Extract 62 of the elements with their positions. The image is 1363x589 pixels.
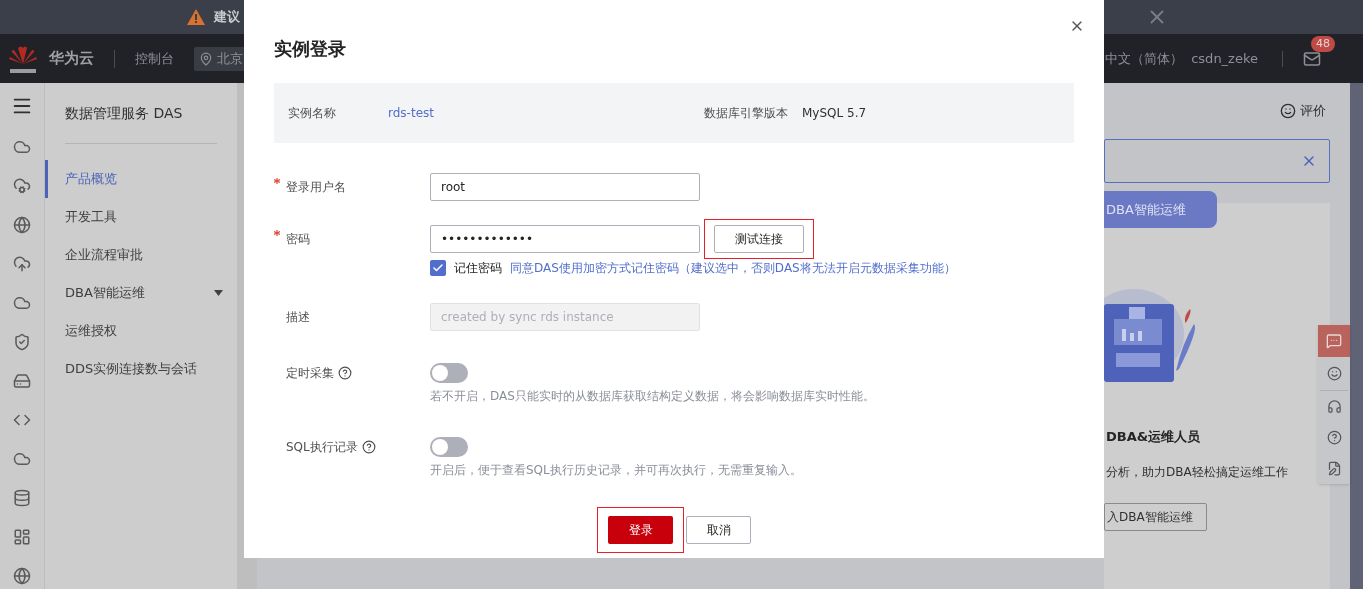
field-label: 密码 xyxy=(286,231,310,248)
warning-icon xyxy=(186,8,206,26)
cloud-upload-icon[interactable] xyxy=(13,255,31,273)
section-description: 分析，助力DBA轻松搞定运维工作 xyxy=(1105,463,1289,481)
login-button[interactable]: 登录 xyxy=(608,516,673,544)
sidebar-item[interactable]: 运维授权 xyxy=(45,312,237,350)
globe-icon[interactable] xyxy=(13,567,31,585)
sidebar-title: 数据管理服务 DAS xyxy=(65,104,184,123)
checkbox-label: 记住密码 xyxy=(454,260,502,277)
toggle-hint: 开启后，便于查看SQL执行历史记录，并可再次执行，无需重复输入。 xyxy=(430,462,802,479)
info-value[interactable]: rds-test xyxy=(388,104,434,122)
info-label: 实例名称 xyxy=(288,105,337,122)
toggle-hint: 若不开启，DAS只能实时的从数据库获取结构定义数据，将会影响数据库实时性能。 xyxy=(430,388,875,405)
info-label: 数据库引擎版本 xyxy=(703,105,788,122)
help-icon[interactable] xyxy=(361,440,376,454)
toggle-label: SQL执行记录 xyxy=(286,439,358,456)
smile-icon xyxy=(1280,103,1296,119)
help-icon[interactable] xyxy=(338,366,352,380)
layout-icon[interactable] xyxy=(13,528,31,546)
feedback-link[interactable]: 评价 xyxy=(1300,101,1326,121)
chat-button[interactable] xyxy=(1318,325,1350,357)
test-connection-button[interactable]: 测试连接 xyxy=(714,225,804,253)
cloud-icon[interactable] xyxy=(13,450,31,468)
field-label: 登录用户名 xyxy=(286,179,346,196)
database-icon[interactable] xyxy=(13,489,31,507)
toggle-label: 定时采集 xyxy=(286,365,334,382)
remember-note: 同意DAS使用加密方式记住密码（建议选中，否则DAS将无法开启元数据采集功能） xyxy=(510,260,956,277)
caret-icon xyxy=(214,290,223,296)
username-field[interactable]: root xyxy=(430,173,700,201)
notice-text: 建议 xyxy=(214,8,240,27)
sidebar-item[interactable]: DBA智能运维 xyxy=(45,274,237,312)
region-selector[interactable]: 北京 xyxy=(194,46,247,71)
smile-icon[interactable] xyxy=(1326,366,1342,381)
checkmark-icon xyxy=(432,262,444,274)
sidebar-item[interactable]: 开发工具 xyxy=(45,198,237,236)
checkbox[interactable] xyxy=(430,260,446,276)
enter-button[interactable]: 入DBA智能运维 xyxy=(1104,502,1207,531)
help-icon[interactable] xyxy=(1326,430,1342,445)
console-link[interactable]: 控制台 xyxy=(135,48,174,69)
cloud-icon[interactable] xyxy=(13,294,31,312)
notification-badge: 48 xyxy=(1311,35,1335,52)
password-field[interactable]: ••••••••••••• xyxy=(430,225,700,253)
headset-icon[interactable] xyxy=(1326,399,1342,414)
user-name[interactable]: csdn_zeke xyxy=(1191,48,1258,69)
cloud-gear-icon[interactable] xyxy=(13,177,31,195)
toggle-switch[interactable] xyxy=(430,363,468,383)
brand-name: 华为云 xyxy=(49,48,94,70)
drive-icon[interactable] xyxy=(13,372,31,390)
chat-icon xyxy=(1326,333,1342,349)
dialog-title: 实例登录 xyxy=(274,37,347,61)
info-value: MySQL 5.7 xyxy=(802,105,867,122)
toggle-switch[interactable] xyxy=(430,437,468,457)
sidebar-item[interactable]: 企业流程审批 xyxy=(45,236,237,274)
cloud-icon[interactable] xyxy=(13,138,31,156)
section-heading: DBA&运维人员 xyxy=(1105,428,1202,446)
language-selector[interactable]: 中文（简体） xyxy=(1105,48,1184,69)
note-icon[interactable] xyxy=(1326,461,1342,476)
location-icon xyxy=(199,51,213,66)
mail-icon[interactable] xyxy=(1303,49,1321,68)
cancel-button[interactable]: 取消 xyxy=(686,516,751,544)
field-label: 描述 xyxy=(285,309,311,326)
sidebar-item[interactable]: DDS实例连接数与会话 xyxy=(45,350,237,388)
